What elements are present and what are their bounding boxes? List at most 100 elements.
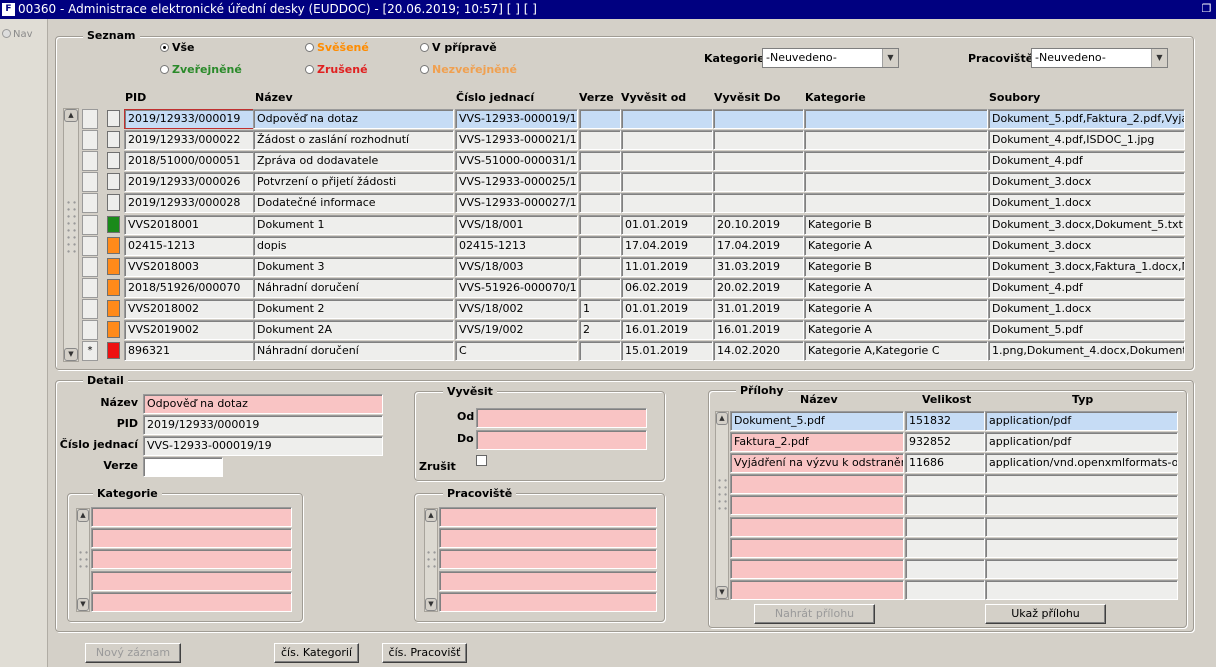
list-item[interactable] <box>91 591 292 612</box>
cell-pid[interactable]: VVS2018003 <box>124 256 254 277</box>
cell-kategorie[interactable]: Kategorie B <box>804 256 988 277</box>
cell-nazev[interactable]: Dodatečné informace <box>253 193 454 214</box>
prilohy-cell-typ[interactable]: application/pdf <box>985 411 1178 431</box>
prilohy-cell-typ[interactable] <box>985 558 1178 579</box>
prilohy-cell-nazev[interactable]: Dokument_5.pdf <box>730 411 904 431</box>
detail-nazev-field[interactable]: Odpověď na dotaz <box>143 394 383 414</box>
cell-pid[interactable]: VVS2019002 <box>124 320 254 340</box>
cell-cislo[interactable]: VVS/18/002 <box>455 298 578 319</box>
cell-soubory[interactable]: Dokument_3.docx <box>988 235 1185 256</box>
cell-pid[interactable]: 2019/12933/000026 <box>124 172 254 193</box>
row-marker[interactable] <box>82 298 98 319</box>
prilohy-cell-velikost[interactable]: 11686 <box>905 453 985 474</box>
filter-vse[interactable]: Vše <box>160 41 195 54</box>
restore-icon[interactable]: ❐ <box>1199 2 1214 16</box>
cell-soubory[interactable]: Dokument_3.docx,Dokument_5.txt <box>988 214 1185 235</box>
cell-soubory[interactable]: Dokument_3.docx,Faktura_1.docx,Motor <box>988 256 1185 277</box>
list-item[interactable] <box>439 591 657 612</box>
cell-nazev[interactable]: Dokument 3 <box>253 256 454 277</box>
cell-kategorie[interactable]: Kategorie A <box>804 277 988 298</box>
cell-verze[interactable] <box>579 172 621 193</box>
prilohy-cell-typ[interactable] <box>985 495 1178 516</box>
cell-soubory[interactable]: Dokument_3.docx <box>988 172 1185 193</box>
list-item[interactable] <box>91 528 292 549</box>
cell-od[interactable] <box>621 151 713 172</box>
prilohy-cell-velikost[interactable] <box>905 516 985 537</box>
cell-od[interactable]: 01.01.2019 <box>621 214 713 235</box>
cell-nazev[interactable]: dopis <box>253 235 454 256</box>
cell-kategorie[interactable] <box>804 130 988 151</box>
cell-verze[interactable]: 2 <box>579 320 621 340</box>
cell-od[interactable] <box>621 109 713 129</box>
cell-nazev[interactable]: Dokument 1 <box>253 214 454 235</box>
cell-nazev[interactable]: Náhradní doručení <box>253 277 454 298</box>
cell-cislo[interactable]: VVS-12933-000025/19 <box>455 172 578 193</box>
row-marker[interactable] <box>82 130 98 151</box>
cell-od[interactable]: 06.02.2019 <box>621 277 713 298</box>
cell-cislo[interactable]: VVS-12933-000027/19 <box>455 193 578 214</box>
vyvesit-od-field[interactable] <box>476 408 647 428</box>
prilohy-cell-nazev[interactable] <box>730 537 904 558</box>
cell-soubory[interactable]: Dokument_4.pdf <box>988 277 1185 298</box>
prilohy-scrollbar[interactable]: ▲ ∙∙ ∙∙ ∙∙ ∙∙ ∙∙ ▼ <box>715 411 729 600</box>
vyvesit-do-field[interactable] <box>476 430 647 450</box>
cell-pid[interactable]: 2019/12933/000028 <box>124 193 254 214</box>
cell-pid[interactable]: VVS2018001 <box>124 214 254 235</box>
cell-soubory[interactable]: Dokument_5.pdf,Faktura_2.pdf,Vyjádřen <box>988 109 1185 129</box>
zrusit-checkbox[interactable] <box>476 455 487 466</box>
cell-soubory[interactable]: 1.png,Dokument_4.docx,Dokument_4.do <box>988 341 1185 362</box>
filter-zrusene[interactable]: Zrušené <box>305 63 368 76</box>
cell-verze[interactable] <box>579 193 621 214</box>
cell-soubory[interactable]: Dokument_1.docx <box>988 298 1185 319</box>
row-marker[interactable] <box>82 172 98 193</box>
scroll-down-icon[interactable]: ▼ <box>716 586 728 599</box>
nav-radio[interactable]: Nav <box>2 29 33 40</box>
scroll-up-icon[interactable]: ▲ <box>77 509 89 522</box>
cell-od[interactable] <box>621 130 713 151</box>
scroll-down-icon[interactable]: ▼ <box>64 348 78 361</box>
chevron-down-icon[interactable]: ▼ <box>882 49 898 67</box>
cell-nazev[interactable]: Žádost o zaslání rozhodnutí <box>253 130 454 151</box>
cell-kategorie[interactable]: Kategorie A,Kategorie C <box>804 341 988 362</box>
row-marker[interactable] <box>82 109 98 129</box>
scroll-down-icon[interactable]: ▼ <box>425 598 437 611</box>
cell-soubory[interactable]: Dokument_1.docx <box>988 193 1185 214</box>
cell-cislo[interactable]: C <box>455 341 578 362</box>
cell-cislo[interactable]: 02415-1213 <box>455 235 578 256</box>
cell-verze[interactable] <box>579 235 621 256</box>
filter-nezverejnene[interactable]: Nezveřejněné <box>420 63 517 76</box>
cell-cislo[interactable]: VVS-12933-000021/19 <box>455 130 578 151</box>
cell-kategorie[interactable] <box>804 193 988 214</box>
cell-cislo[interactable]: VVS-51000-000031/18 <box>455 151 578 172</box>
list-item[interactable] <box>439 549 657 570</box>
cis-kategorii-button[interactable]: čís. Kategorií <box>274 643 359 663</box>
prilohy-cell-velikost[interactable] <box>905 558 985 579</box>
cell-nazev[interactable]: Dokument 2A <box>253 320 454 340</box>
cell-do[interactable] <box>713 130 804 151</box>
cell-verze[interactable] <box>579 151 621 172</box>
filter-zverejnene[interactable]: Zveřejněné <box>160 63 242 76</box>
cell-verze[interactable] <box>579 214 621 235</box>
cell-verze[interactable]: 1 <box>579 298 621 319</box>
cell-nazev[interactable]: Odpověď na dotaz <box>253 109 454 129</box>
kategorie-scrollbar[interactable]: ▲ ∙∙ ∙∙ ∙∙ ▼ <box>76 508 90 612</box>
cell-cislo[interactable]: VVS/18/003 <box>455 256 578 277</box>
cell-kategorie[interactable]: Kategorie A <box>804 235 988 256</box>
prilohy-cell-nazev[interactable] <box>730 558 904 579</box>
cis-pracovist-button[interactable]: čís. Pracovišť <box>382 643 467 663</box>
prilohy-cell-typ[interactable] <box>985 516 1178 537</box>
cell-do[interactable]: 31.01.2019 <box>713 298 804 319</box>
list-item[interactable] <box>439 528 657 549</box>
prilohy-cell-velikost[interactable]: 151832 <box>905 411 985 431</box>
cell-do[interactable]: 20.02.2019 <box>713 277 804 298</box>
prilohy-cell-velikost[interactable] <box>905 579 985 600</box>
cell-pid[interactable]: 2018/51000/000051 <box>124 151 254 172</box>
row-marker[interactable] <box>82 151 98 172</box>
cell-verze[interactable] <box>579 277 621 298</box>
row-marker[interactable] <box>82 235 98 256</box>
cell-od[interactable]: 01.01.2019 <box>621 298 713 319</box>
cell-verze[interactable] <box>579 130 621 151</box>
cell-do[interactable] <box>713 193 804 214</box>
cell-do[interactable]: 17.04.2019 <box>713 235 804 256</box>
upload-attachment-button[interactable]: Nahrát přílohu <box>754 604 875 624</box>
